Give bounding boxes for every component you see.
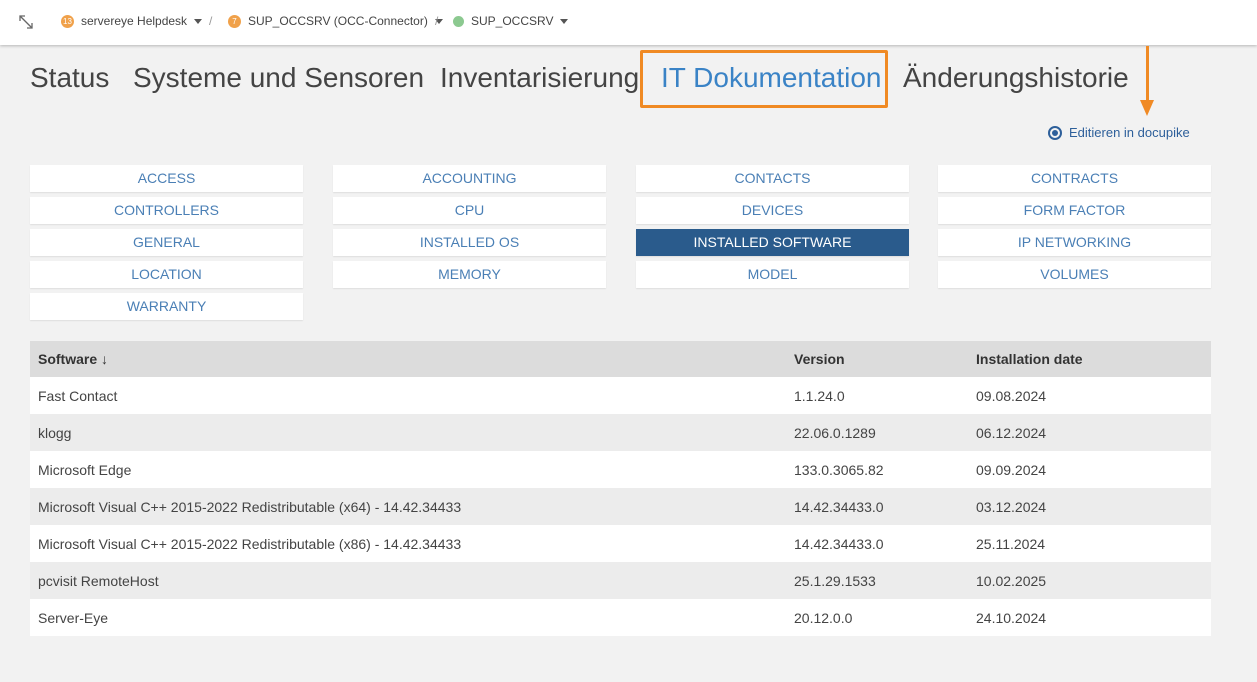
expand-icon[interactable] [17, 13, 35, 31]
chevron-down-icon [194, 18, 203, 24]
breadcrumb-customer[interactable]: 13 servereye Helpdesk [61, 14, 203, 28]
cell-software: pcvisit RemoteHost [38, 573, 159, 589]
category-button-installed-os[interactable]: INSTALLED OS [333, 229, 606, 256]
tab-systeme-und-sensoren[interactable]: Systeme und Sensoren [133, 62, 424, 94]
category-button-memory[interactable]: MEMORY [333, 261, 606, 288]
chevron-down-icon [560, 18, 569, 24]
cell-install-date: 09.09.2024 [976, 462, 1047, 478]
annotation-arrow-head [1140, 100, 1154, 116]
cell-software: Server-Eye [38, 610, 109, 626]
category-button-contracts[interactable]: CONTRACTS [938, 165, 1211, 192]
category-button-volumes[interactable]: VOLUMES [938, 261, 1211, 288]
cell-software: Microsoft Edge [38, 462, 132, 478]
category-button-ip-networking[interactable]: IP NETWORKING [938, 229, 1211, 256]
category-button-warranty[interactable]: WARRANTY [30, 293, 303, 320]
cell-software: Fast Contact [38, 388, 118, 404]
category-button-accounting[interactable]: ACCOUNTING [333, 165, 606, 192]
category-button-general[interactable]: GENERAL [30, 229, 303, 256]
cell-version: 14.42.34433.0 [794, 499, 884, 515]
category-button-cpu[interactable]: CPU [333, 197, 606, 224]
annotation-highlight-box [640, 50, 888, 108]
count-badge: 13 [61, 14, 74, 28]
table-body: Fast Contact 1.1.24.0 09.08.2024 klogg 22.06… [30, 377, 1211, 636]
target-circle-icon [1048, 125, 1062, 140]
annotation-arrow [1146, 46, 1149, 102]
count-badge: 7 [228, 14, 241, 28]
category-button-model[interactable]: MODEL [636, 261, 909, 288]
cell-software: klogg [38, 425, 72, 441]
table-row[interactable]: Microsoft Edge 133.0.3065.82 09.09.2024 [30, 451, 1211, 488]
cell-install-date: 03.12.2024 [976, 499, 1047, 515]
category-button-devices[interactable]: DEVICES [636, 197, 909, 224]
tab-status[interactable]: Status [30, 62, 109, 94]
table-header: Software ↓ Version Installation date [30, 341, 1211, 377]
breadcrumb-separator: / [209, 14, 213, 28]
cell-software: Microsoft Visual C++ 2015-2022 Redistrib… [38, 499, 462, 515]
table-row[interactable]: klogg 22.06.0.1289 06.12.2024 [30, 414, 1211, 451]
cell-version: 20.12.0.0 [794, 610, 853, 626]
category-button-form-factor[interactable]: FORM FACTOR [938, 197, 1211, 224]
edit-in-docupike-link[interactable]: Editieren in docupike [1048, 125, 1190, 140]
breadcrumb-label: SUP_OCCSRV [471, 14, 554, 28]
cell-install-date: 06.12.2024 [976, 425, 1047, 441]
cell-install-date: 09.08.2024 [976, 388, 1047, 404]
cell-install-date: 10.02.2025 [976, 573, 1047, 589]
cell-version: 14.42.34433.0 [794, 536, 884, 552]
category-button-controllers[interactable]: CONTROLLERS [30, 197, 303, 224]
cell-version: 22.06.0.1289 [794, 425, 876, 441]
table-row[interactable]: Microsoft Visual C++ 2015-2022 Redistrib… [30, 488, 1211, 525]
cell-software: Microsoft Visual C++ 2015-2022 Redistrib… [38, 536, 462, 552]
column-header-installation-date[interactable]: Installation date [976, 351, 1083, 367]
breadcrumb-label: servereye Helpdesk [81, 14, 188, 28]
table-row[interactable]: Fast Contact 1.1.24.0 09.08.2024 [30, 377, 1211, 414]
cell-version: 133.0.3065.82 [794, 462, 884, 478]
breadcrumb-separator: / [435, 14, 439, 28]
cell-install-date: 24.10.2024 [976, 610, 1047, 626]
table-row[interactable]: Server-Eye 20.12.0.0 24.10.2024 [30, 599, 1211, 636]
breadcrumb-connector[interactable]: 7 SUP_OCCSRV (OCC-Connector) [228, 14, 443, 28]
table-row[interactable]: Microsoft Visual C++ 2015-2022 Redistrib… [30, 525, 1211, 562]
cell-version: 1.1.24.0 [794, 388, 845, 404]
column-header-version[interactable]: Version [794, 351, 845, 367]
breadcrumb-system[interactable]: SUP_OCCSRV [453, 14, 569, 28]
status-dot-icon [453, 15, 464, 27]
category-button-access[interactable]: ACCESS [30, 165, 303, 192]
software-table: Software ↓ Version Installation date Fas… [30, 341, 1211, 636]
breadcrumb-label: SUP_OCCSRV (OCC-Connector) [248, 14, 428, 28]
category-button-location[interactable]: LOCATION [30, 261, 303, 288]
edit-link-label: Editieren in docupike [1069, 125, 1190, 140]
column-header-software[interactable]: Software ↓ [38, 351, 108, 367]
top-bar: 13 servereye Helpdesk / 7 SUP_OCCSRV (OC… [0, 0, 1257, 45]
category-button-installed-software[interactable]: INSTALLED SOFTWARE [636, 229, 909, 256]
table-row[interactable]: pcvisit RemoteHost 25.1.29.1533 10.02.2025 [30, 562, 1211, 599]
tab-aenderungshistorie[interactable]: Änderungshistorie [903, 62, 1129, 94]
cell-version: 25.1.29.1533 [794, 573, 876, 589]
category-button-contacts[interactable]: CONTACTS [636, 165, 909, 192]
cell-install-date: 25.11.2024 [976, 536, 1046, 552]
tab-inventarisierung[interactable]: Inventarisierung [440, 62, 639, 94]
